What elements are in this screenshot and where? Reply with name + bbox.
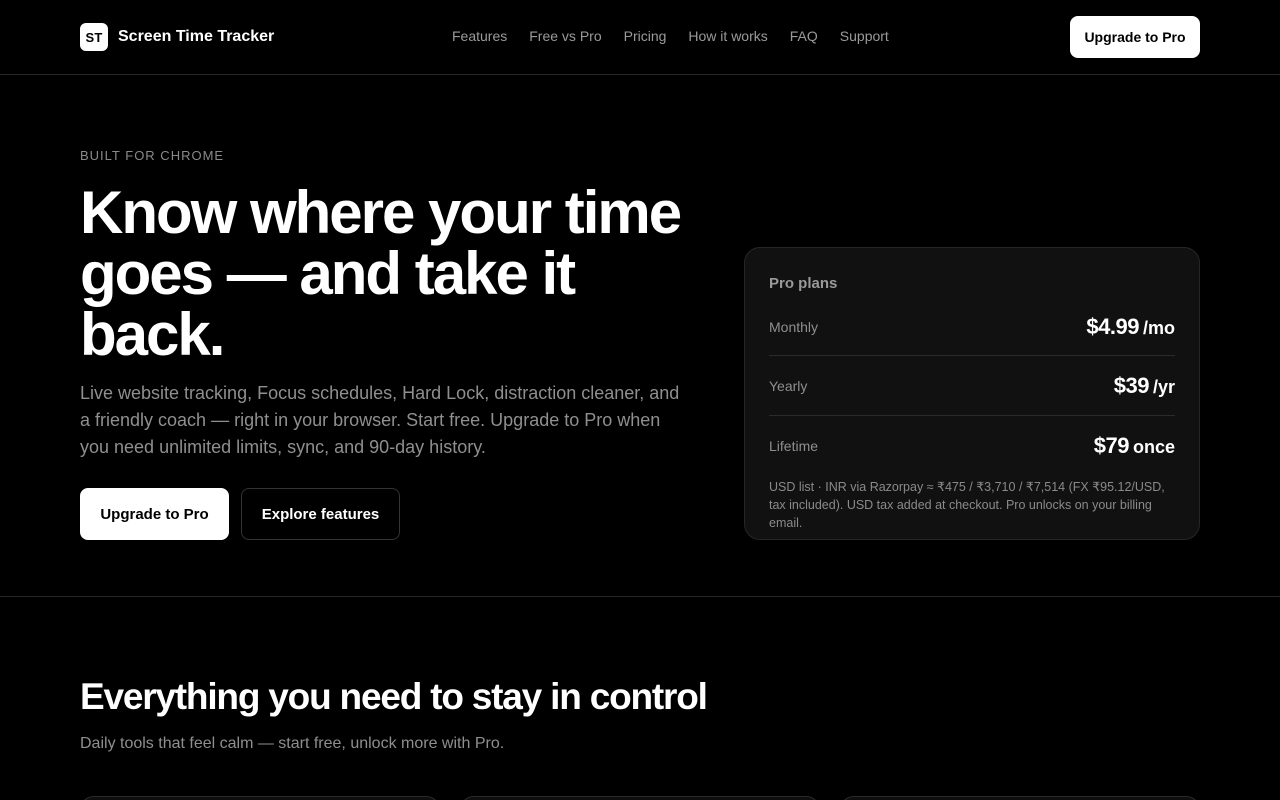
plan-row-yearly: Yearly $39/yr bbox=[769, 366, 1175, 406]
brand-name: Screen Time Tracker bbox=[118, 28, 275, 45]
nav-features[interactable]: Features bbox=[452, 28, 507, 44]
plans-note: USD list · INR via Razorpay ≈ ₹475 / ₹3,… bbox=[769, 480, 1165, 530]
plan-price-group: $39/yr bbox=[1114, 373, 1175, 399]
plan-price: $4.99 bbox=[1086, 314, 1139, 339]
header-upgrade-button[interactable]: Upgrade to Pro bbox=[1070, 16, 1200, 58]
plan-divider bbox=[769, 355, 1175, 356]
features-subtitle: Daily tools that feel calm — start free,… bbox=[80, 735, 505, 752]
nav-support[interactable]: Support bbox=[840, 28, 889, 44]
nav-free-vs-pro[interactable]: Free vs Pro bbox=[529, 28, 601, 44]
plan-row-lifetime: Lifetime $79 once bbox=[769, 426, 1175, 466]
plan-unit: once bbox=[1132, 437, 1175, 457]
hero-upgrade-button[interactable]: Upgrade to Pro bbox=[80, 488, 229, 540]
plan-name: Yearly bbox=[769, 378, 808, 394]
pro-plans-card: Pro plans Monthly $4.99/mo Yearly $39/yr… bbox=[744, 247, 1200, 540]
feature-card bbox=[840, 796, 1200, 800]
plan-divider bbox=[769, 415, 1175, 416]
nav-pricing[interactable]: Pricing bbox=[624, 28, 667, 44]
hero-subtitle: Live website tracking, Focus schedules, … bbox=[80, 383, 680, 457]
nav-how-it-works[interactable]: How it works bbox=[688, 28, 767, 44]
plan-unit: /mo bbox=[1142, 318, 1175, 338]
features-title: Everything you need to stay in control bbox=[80, 676, 708, 717]
feature-card bbox=[460, 796, 820, 800]
plans-title: Pro plans bbox=[769, 275, 838, 292]
plan-name: Monthly bbox=[769, 319, 819, 335]
plan-price: $39 bbox=[1113, 373, 1150, 398]
explore-features-button[interactable]: Explore features bbox=[241, 488, 400, 540]
logo-icon: ST bbox=[80, 23, 108, 51]
site-header: ST Screen Time Tracker Features Free vs … bbox=[0, 0, 1280, 75]
plan-name: Lifetime bbox=[769, 438, 819, 454]
hero-eyebrow: BUILT FOR CHROME bbox=[80, 148, 225, 163]
feature-card bbox=[80, 796, 440, 800]
brand[interactable]: ST Screen Time Tracker bbox=[80, 23, 274, 51]
plan-price-group: $4.99/mo bbox=[1086, 314, 1175, 340]
plan-row-monthly: Monthly $4.99/mo bbox=[769, 307, 1175, 347]
nav-faq[interactable]: FAQ bbox=[790, 28, 818, 44]
hero-title: Know where your time goes — and take it … bbox=[80, 179, 682, 368]
section-divider bbox=[0, 596, 1280, 597]
plan-price: $79 bbox=[1093, 433, 1130, 458]
plan-unit: /yr bbox=[1152, 377, 1175, 397]
plan-price-group: $79 once bbox=[1094, 433, 1175, 459]
main-nav: Features Free vs Pro Pricing How it work… bbox=[452, 28, 889, 44]
